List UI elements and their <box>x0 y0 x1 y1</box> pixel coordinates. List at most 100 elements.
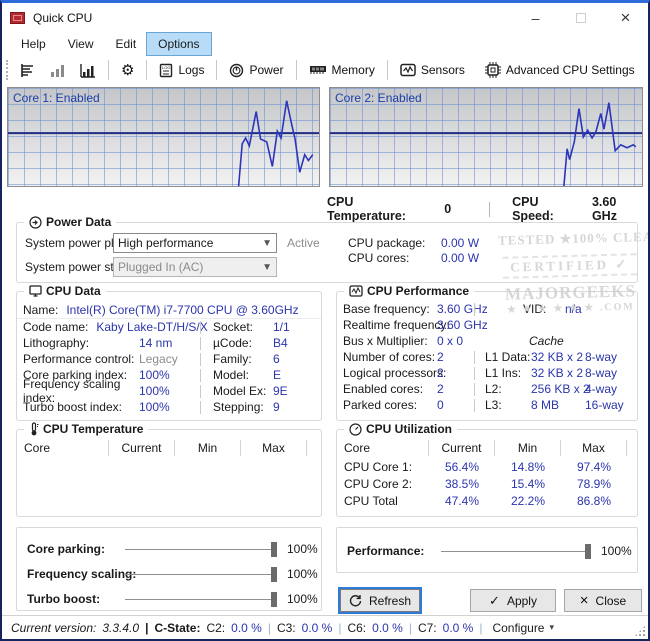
slider-track[interactable] <box>125 574 277 575</box>
cpu-temperature-value: 0 <box>444 202 451 216</box>
resize-grip[interactable] <box>634 625 646 637</box>
cstate-name: C3: <box>277 621 296 635</box>
statusbar-separator: | <box>409 621 412 635</box>
cstate-value: 0.0 % <box>443 621 474 635</box>
power-button[interactable]: Power <box>222 60 290 81</box>
power-state-value: Plugged In (AC) <box>118 260 203 274</box>
sensors-button[interactable]: Sensors <box>393 60 472 80</box>
slider-label: Frequency scaling: <box>27 567 136 581</box>
statusbar-separator: | <box>479 621 482 635</box>
table-header-core: Core <box>337 440 429 456</box>
cpu-performance-title-text: CPU Performance <box>367 284 469 298</box>
chart-line-button[interactable] <box>73 60 103 81</box>
toolbar-separator <box>296 60 297 80</box>
core1-graph-label: Core 1: Enabled <box>13 91 100 105</box>
chart-horizontal-button[interactable] <box>13 60 43 81</box>
vid-label: VID: <box>523 302 546 316</box>
advanced-cpu-settings-button[interactable]: Advanced CPU Settings <box>478 59 642 81</box>
cache-row-assoc: 16-way <box>585 398 624 412</box>
table-header-min: Min <box>175 440 241 456</box>
apply-button[interactable]: ✓ Apply <box>470 589 556 612</box>
statusbar-separator: | <box>268 621 271 635</box>
memory-button[interactable]: Memory <box>302 60 382 80</box>
slider-thumb[interactable] <box>271 567 277 582</box>
close-button[interactable]: × <box>603 3 648 33</box>
utilization-max: 86.8% <box>561 494 627 508</box>
minimize-button[interactable]: – <box>513 3 558 33</box>
cpu-performance-row-label: Enabled cores: <box>337 382 423 396</box>
utilization-core: CPU Core 1: <box>337 460 429 474</box>
column-divider <box>200 369 201 382</box>
toolbar-grip[interactable] <box>6 60 9 80</box>
cpu-package-value: 0.00 W <box>441 236 479 250</box>
cpu-data-row-label: Performance control: <box>17 352 139 366</box>
performance-slider-thumb[interactable] <box>585 544 591 559</box>
cpu-data-row-value: Legacy <box>139 352 178 366</box>
utilization-core: CPU Core 2: <box>337 477 429 491</box>
cpu-performance-row-label: Number of cores: <box>337 350 435 364</box>
x-icon: × <box>580 592 589 609</box>
cpu-data-row: Turbo boost index:100%Stepping:9 <box>17 399 321 415</box>
slider-label: Turbo boost: <box>27 592 100 606</box>
cstate-list: C2:0.0 %|C3:0.0 %|C6:0.0 %|C7:0.0 %| <box>206 621 482 635</box>
utilization-min: 14.8% <box>495 460 561 474</box>
logs-button[interactable]: LOG Logs <box>152 60 211 81</box>
temperature-table-header: CoreCurrentMinMax <box>17 438 321 458</box>
cpu-temperature-title-text: CPU Temperature <box>43 422 143 436</box>
slider-track[interactable] <box>125 599 277 600</box>
slider-thumb[interactable] <box>271 542 277 557</box>
cpu-performance-row-label: Parked cores: <box>337 398 417 412</box>
sensors-icon <box>400 63 416 77</box>
slider-thumb[interactable] <box>271 592 277 607</box>
cpu-performance-row-value: 3.60 GHz <box>437 318 488 332</box>
refresh-button[interactable]: Refresh <box>340 589 420 612</box>
maximize-button[interactable] <box>558 3 603 33</box>
column-divider <box>200 385 201 398</box>
toolbar-separator <box>146 60 147 80</box>
cpu-name-row: Name: Intel(R) Core(TM) i7-7700 CPU @ 3.… <box>17 301 321 319</box>
cache-row-label: L1 Ins: <box>485 366 521 380</box>
configure-menu[interactable]: Configure ▾ <box>492 621 554 635</box>
column-divider <box>474 367 475 380</box>
menu-item-help[interactable]: Help <box>10 33 57 55</box>
check-icon: ✓ <box>489 593 500 609</box>
cpu-performance-row: Number of cores:2L1 Data:32 KB x 28-way <box>337 349 637 365</box>
cstate-value: 0.0 % <box>302 621 333 635</box>
menu-item-options[interactable]: Options <box>147 33 210 55</box>
table-header-min: Min <box>495 440 561 456</box>
cpu-data-row-value: 14 nm <box>139 336 172 350</box>
chart-bars-button[interactable] <box>43 60 73 81</box>
cpu-data-row-label: Lithography: <box>17 336 139 350</box>
bar-chart-line-icon <box>80 63 96 78</box>
app-icon <box>10 12 25 24</box>
cpu-temperature-title: CPU Temperature <box>24 422 148 436</box>
column-divider <box>474 383 475 396</box>
column-divider <box>200 337 201 350</box>
quick-cpu-window: Quick CPU – × HelpViewEditOptions ⚙ LOG … <box>0 0 650 641</box>
cpu-performance-row: Bus x Multiplier:0 x 0Cache <box>337 333 637 349</box>
cpu-data-row-rlabel: Model: <box>213 368 249 382</box>
window-title: Quick CPU <box>33 11 92 25</box>
cpu-performance-row-value: 2 <box>437 382 444 396</box>
bar-chart-horizontal-icon <box>20 63 36 78</box>
menu-item-view[interactable]: View <box>57 33 105 55</box>
cpu-data-group: CPU Data Name: Intel(R) Core(TM) i7-7700… <box>16 291 322 421</box>
menu-bar: HelpViewEditOptions <box>2 33 648 55</box>
slider-value: 100% <box>287 592 318 606</box>
power-plan-select[interactable]: High performance ▼ <box>113 233 277 253</box>
performance-slider-track[interactable] <box>441 551 591 552</box>
cstate-name: C6: <box>347 621 366 635</box>
cstate-value: 0.0 % <box>372 621 403 635</box>
cpu-performance-row-label: Realtime frequency: <box>337 318 450 332</box>
utilization-table-row: CPU Total47.4%22.2%86.8% <box>337 492 637 509</box>
chevron-down-icon: ▼ <box>262 238 272 249</box>
cpu-performance-title: CPU Performance <box>344 284 474 298</box>
core-sliders-panel: Core parking:100%Frequency scaling:100%T… <box>16 527 322 611</box>
menu-item-edit[interactable]: Edit <box>104 33 147 55</box>
settings-button[interactable]: ⚙ <box>114 60 141 81</box>
slider-track[interactable] <box>125 549 277 550</box>
cache-row-size: 256 KB x 2 <box>531 382 590 396</box>
close-action-button[interactable]: × Close <box>564 589 642 612</box>
column-divider <box>200 353 201 366</box>
gear-icon: ⚙ <box>121 63 134 78</box>
